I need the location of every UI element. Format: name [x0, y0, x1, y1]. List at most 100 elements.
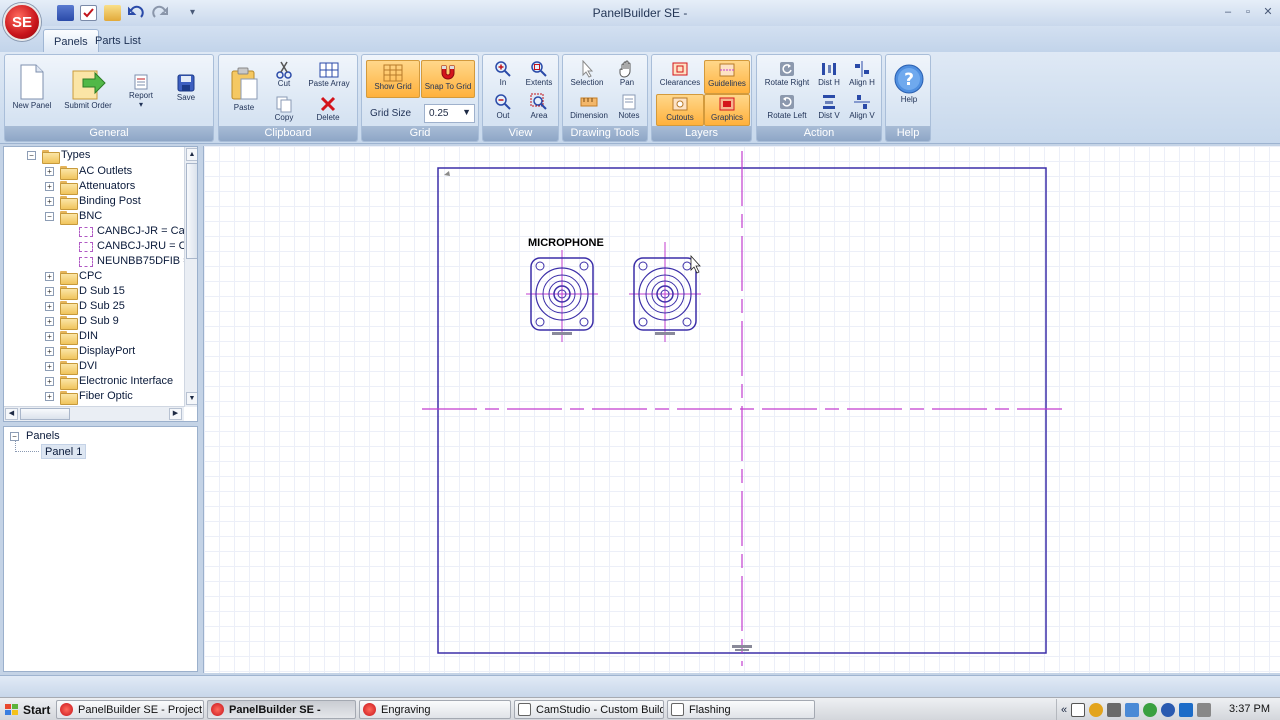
zoom-extents-button[interactable]: Extents — [521, 60, 557, 87]
show-grid-button[interactable]: Show Grid — [366, 60, 420, 98]
expand-icon[interactable]: + — [45, 167, 54, 176]
tree-item-folder[interactable]: + Fiber Optic — [4, 389, 184, 405]
task-panelbuilder-project[interactable]: PanelBuilder SE - Project ... — [56, 700, 204, 719]
notes-tool-button[interactable]: Notes — [613, 93, 645, 120]
tree-item-part[interactable]: NEUNBB75DFIB = — [4, 254, 190, 269]
tree-item-folder[interactable]: + Electronic Interface — [4, 374, 184, 390]
scroll-right-icon[interactable]: ▶ — [169, 408, 182, 420]
tree-item-part[interactable]: CANBCJ-JR = Cana — [4, 224, 197, 239]
tree-item-folder[interactable]: − BNC — [4, 209, 184, 225]
group-label-help: Help — [886, 126, 930, 141]
maximize-button[interactable]: ▫ — [1238, 4, 1258, 20]
pan-tool-button[interactable]: Pan — [609, 60, 645, 87]
start-button[interactable]: Start — [1, 700, 51, 719]
tray-window-icon[interactable] — [1071, 702, 1086, 717]
minimize-button[interactable]: – — [1218, 4, 1238, 20]
tray-security-icon[interactable] — [1143, 702, 1158, 717]
zoom-in-button[interactable]: In — [487, 60, 519, 87]
scroll-left-icon[interactable]: ◀ — [5, 408, 18, 420]
dimension-tool-button[interactable]: Dimension — [567, 93, 611, 120]
tray-browser-icon[interactable] — [1161, 702, 1176, 717]
report-dropdown-icon[interactable]: ▾ — [121, 100, 161, 109]
layer-cutouts-button[interactable]: Cutouts — [656, 94, 704, 126]
collapse-icon[interactable]: − — [10, 432, 19, 441]
cut-button[interactable]: Cut — [269, 61, 299, 88]
tray-volume-icon[interactable] — [1197, 702, 1212, 717]
task-engraving[interactable]: Engraving — [359, 700, 511, 719]
delete-button[interactable]: Delete — [311, 95, 345, 122]
zoom-out-button[interactable]: Out — [487, 93, 519, 120]
align-v-button[interactable]: Align V — [845, 93, 879, 120]
tray-network-icon[interactable] — [1089, 702, 1104, 717]
tree-vertical-scrollbar[interactable]: ▲ ▼ — [184, 147, 197, 407]
tree-item-folder[interactable]: + CPC — [4, 269, 184, 285]
layer-graphics-button[interactable]: Graphics — [704, 94, 750, 126]
collapse-icon[interactable]: − — [27, 151, 36, 160]
drawing-canvas[interactable]: MICROPHONE — [203, 146, 1280, 673]
tray-device-icon[interactable] — [1107, 702, 1122, 717]
submit-order-button[interactable]: Submit Order — [60, 63, 116, 110]
engraving-text-microphone[interactable]: MICROPHONE — [528, 237, 604, 249]
tree-item-folder[interactable]: + Binding Post — [4, 194, 184, 210]
expand-icon[interactable]: + — [45, 377, 54, 386]
folder-icon — [60, 286, 78, 300]
folder-icon — [42, 150, 60, 164]
help-button[interactable]: ? Help — [890, 63, 928, 104]
tray-update-icon[interactable] — [1179, 702, 1194, 717]
expand-icon[interactable]: + — [45, 332, 54, 341]
layer-guidelines-button[interactable]: Guidelines — [704, 60, 750, 94]
expand-icon[interactable]: + — [45, 182, 54, 191]
task-panelbuilder-active[interactable]: PanelBuilder SE - — [207, 700, 356, 719]
expand-icon[interactable]: + — [45, 272, 54, 281]
tree-item-folder[interactable]: + D Sub 9 — [4, 314, 184, 330]
scroll-down-icon[interactable]: ▼ — [186, 392, 197, 405]
scroll-thumb[interactable] — [186, 163, 197, 259]
tray-monitor-icon[interactable] — [1125, 702, 1140, 717]
rotate-left-button[interactable]: Rotate Left — [760, 93, 814, 120]
panel-item-panel-1[interactable]: Panel 1 — [41, 444, 87, 459]
expand-icon[interactable]: + — [45, 392, 54, 401]
distribute-v-button[interactable]: Dist V — [815, 93, 843, 120]
new-panel-button[interactable]: New Panel — [9, 63, 55, 110]
task-flashing[interactable]: Flashing — [667, 700, 815, 719]
hscroll-thumb[interactable] — [20, 408, 70, 420]
align-h-button[interactable]: Align H — [845, 60, 879, 87]
expand-icon[interactable]: + — [45, 287, 54, 296]
tree-item-folder[interactable]: + DVI — [4, 359, 184, 375]
copy-button[interactable]: Copy — [269, 95, 299, 122]
tree-item-part[interactable]: CANBCJ-JRU = Ca — [4, 239, 193, 254]
scroll-up-icon[interactable]: ▲ — [186, 148, 197, 161]
collapse-icon[interactable]: − — [45, 212, 54, 221]
task-camstudio[interactable]: CamStudio - Custom Build — [514, 700, 664, 719]
expand-icon[interactable]: + — [45, 347, 54, 356]
report-button[interactable]: Report ▾ — [121, 73, 161, 109]
expand-icon[interactable]: + — [45, 362, 54, 371]
panels-root[interactable]: Panels — [26, 430, 60, 445]
tree-item-folder[interactable]: + DIN — [4, 329, 184, 345]
distribute-h-button[interactable]: Dist H — [815, 60, 843, 87]
tree-item-folder[interactable]: + Attenuators — [4, 179, 184, 195]
tab-parts-list[interactable]: Parts List — [85, 29, 151, 52]
rotate-right-button[interactable]: Rotate Right — [760, 60, 814, 87]
zoom-area-button[interactable]: Area — [521, 93, 557, 120]
tree-item-folder[interactable]: + DisplayPort — [4, 344, 184, 360]
tree-item-folder[interactable]: + AC Outlets — [4, 164, 184, 180]
layer-clearances-button[interactable]: Clearances — [656, 60, 704, 87]
tree-horizontal-scrollbar[interactable]: ◀ ▶ — [4, 406, 184, 421]
save-button[interactable]: Save — [167, 73, 205, 102]
close-button[interactable]: ✕ — [1258, 4, 1278, 20]
tree-item-folder[interactable]: + D Sub 25 — [4, 299, 184, 315]
tray-expand-icon[interactable]: « — [1061, 704, 1067, 716]
expand-icon[interactable]: + — [45, 317, 54, 326]
tree-item-folder[interactable]: + D Sub 15 — [4, 284, 184, 300]
expand-icon[interactable]: + — [45, 302, 54, 311]
chevron-down-icon[interactable]: ▼ — [462, 107, 471, 117]
paste-array-button[interactable]: Paste Array — [305, 61, 353, 88]
grid-size-select[interactable]: 0.25 ▼ — [424, 104, 475, 123]
tree-root-types[interactable]: Types — [61, 149, 90, 164]
expand-icon[interactable]: + — [45, 197, 54, 206]
selection-tool-button[interactable]: Selection — [567, 60, 607, 87]
app-logo-button[interactable]: SE — [3, 3, 41, 41]
snap-to-grid-button[interactable]: Snap To Grid — [421, 60, 475, 98]
paste-button[interactable]: Paste — [225, 67, 263, 112]
